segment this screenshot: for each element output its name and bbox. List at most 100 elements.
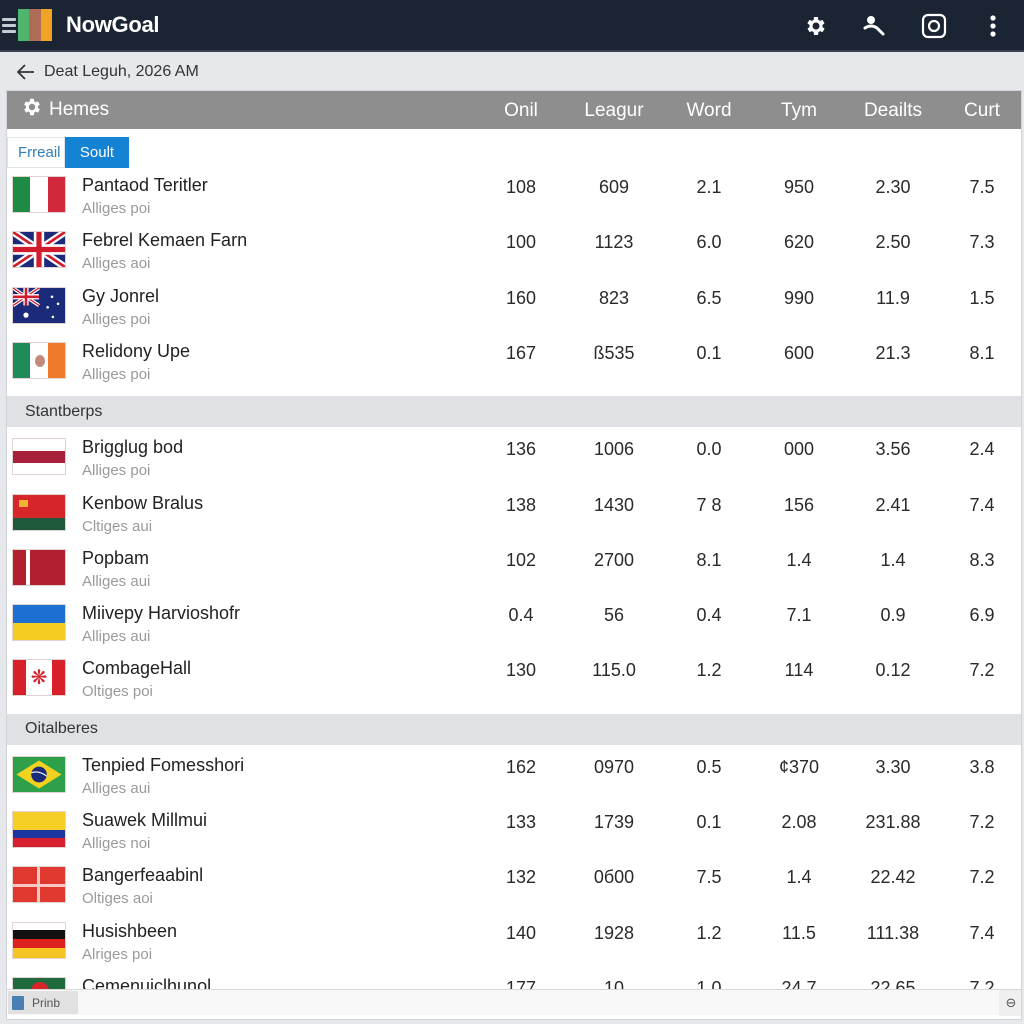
table-row[interactable]: Husishbeen Alriges poi 140 1928 1.2 11.5 111… [7,919,1021,974]
team-name[interactable]: Relidony Upe [82,341,190,362]
cell-value: 6.5 [696,287,722,308]
cell-value: 3.8 [969,756,995,777]
team-subtitle: Alliges poi [82,462,151,480]
table-row[interactable]: Bangerfeaabinl Oltiges aoi 132 0б00 7.5 1.4… [7,863,1021,918]
cell-value: 7.1 [786,605,812,626]
cell-value: 21.3 [875,342,911,363]
print-button[interactable]: Prinb [8,991,78,1014]
team-name[interactable]: Pantaod Teritler [82,175,208,196]
column-header[interactable]: Word [664,100,754,122]
cell-value: 7.2 [969,812,995,832]
cell-value: 6.9 [969,605,995,626]
column-header[interactable]: Deailts [843,100,943,122]
table-row[interactable]: ❋ CombageHall Oltiges poi 130 115.0 1.2 114… [7,656,1021,711]
team-subtitle: Alliges aui [82,779,151,797]
cell-value: 130 [505,660,537,681]
camera-icon[interactable] [919,11,949,41]
team-subtitle: Cltiges aui [82,517,153,535]
team-name[interactable]: Suawek Millmui [82,810,207,831]
more-vert-icon[interactable] [978,11,1008,41]
cell-value: 2.41 [875,494,911,515]
table-row[interactable]: Popbam Alliges aui 102 2700 8.1 1.4 1.4 8.3 [7,546,1021,601]
flag-italy-icon [12,176,66,213]
column-header[interactable]: Leagur [569,100,659,122]
table-title-text: Hemes [49,99,110,120]
cell-value: 1928 [593,922,635,943]
cell-value: 823 [598,287,630,308]
team-name[interactable]: Bangerfeaabinl [82,865,203,886]
cell-value: 22.42 [870,867,916,888]
table-row[interactable]: Pantaod Teritler Alliges poi 108 609 2.1 95… [7,173,1021,228]
flag-colombia-icon [12,811,66,848]
team-name[interactable]: CombageHall [82,658,191,679]
cell-value: 8.1 [696,549,722,570]
column-header[interactable]: Curt [937,100,1021,122]
table-row[interactable]: Relidony Upe Alliges poi 167 ß535 0.1 600 21… [7,339,1021,394]
user-icon[interactable] [860,11,890,41]
tab-frreail[interactable]: Frreail [7,137,65,168]
table-row[interactable]: Febrel Kemaen Farn Alliges aoi 100 1123 6.… [7,228,1021,283]
team-subtitle: Allipes aui [82,628,151,646]
table-row[interactable]: Brigglug bod Alliges poi 136 1006 0.0 000 3.… [7,435,1021,490]
flag-canada-icon: ❋ [12,659,66,697]
cell-value: 609 [598,177,630,197]
cell-value: 100 [505,232,537,253]
flag-mexico-orange-icon [12,341,66,379]
cell-value: 950 [783,177,815,197]
cell-value: 1.2 [696,922,722,943]
team-name[interactable]: Kenbow Bralus [82,493,203,514]
tab-soult[interactable]: Soult [65,137,129,168]
app-brand: NowGoal [66,12,160,37]
table-row[interactable]: Suawek Millmui Alliges noi 133 1739 0.1 2.0… [7,808,1021,863]
cell-value: 162 [505,756,537,777]
column-header[interactable]: Tym [754,100,844,122]
cell-value: 7.5 [696,867,722,888]
sub-header: Deat Leguh, 2026 AM [0,54,1024,90]
cell-value: 8.1 [969,342,995,363]
cell-value: 0.4 [696,605,722,626]
team-subtitle: Oltiges aoi [82,890,153,908]
cell-value: 1739 [593,812,635,832]
cell-value: 11.5 [782,922,816,943]
table-row[interactable]: Tenpied Fomesshori Alliges aui 162 0970 0.… [7,753,1021,808]
team-name[interactable]: Popbam [82,548,149,569]
team-subtitle: Alliges poi [82,200,151,217]
column-header[interactable]: Onil [481,100,561,122]
table-row[interactable]: Kenbow Bralus Cltiges aui 138 1430 7 8 156 2… [7,491,1021,546]
top-app-bar: NowGoal [0,0,1024,52]
cell-value: 0.9 [880,605,906,626]
gear-icon [21,96,43,124]
odds-table-panel: Hemes Onil Leagur Word Tym Deailts Curt … [6,90,1022,1020]
cell-value: 7.5 [969,177,995,197]
table-row[interactable]: Gy Jonrel Alliges poi 160 823 6.5 990 11.9 1.… [7,284,1021,339]
cell-value: 1.2 [696,660,722,681]
minus-circle-icon[interactable]: ⊖ [999,990,1021,1016]
team-name[interactable]: Tenpied Fomesshori [82,755,244,776]
page-subtitle: Deat Leguh, 2026 AM [44,63,199,80]
team-name[interactable]: Brigglug bod [82,437,183,458]
gear-icon[interactable] [801,11,831,41]
team-name[interactable]: Husishbeen [82,921,177,942]
flag-brazil-icon [12,755,66,793]
flag-australia-icon [12,286,66,324]
cell-value: 2700 [593,549,635,570]
cell-value: 0.5 [696,756,722,777]
cell-value: 102 [505,549,537,570]
team-name[interactable]: Febrel Kemaen Farn [82,230,247,251]
team-name[interactable]: Gy Jonrel [82,286,159,307]
cell-value: 3.30 [875,756,911,777]
cell-value: 138 [505,494,537,515]
team-name[interactable]: Miivepy Harvioshofr [82,603,240,624]
team-subtitle: Alliges poi [82,365,151,383]
cell-value: 7.4 [969,922,995,943]
back-arrow-icon[interactable] [16,62,36,82]
menu-icon[interactable] [2,17,16,33]
cell-value: 600 [783,342,815,363]
section-header: Stantberps [7,396,1021,428]
team-subtitle: Alriges poi [82,945,153,963]
cell-value: 2.4 [969,439,995,460]
team-subtitle: Alliges noi [82,835,151,852]
cell-value: 231.88 [865,812,921,832]
table-row[interactable]: Miivepy Harvioshofr Allipes aui 0.4 56 0.4… [7,601,1021,656]
cell-value: 132 [505,867,537,888]
